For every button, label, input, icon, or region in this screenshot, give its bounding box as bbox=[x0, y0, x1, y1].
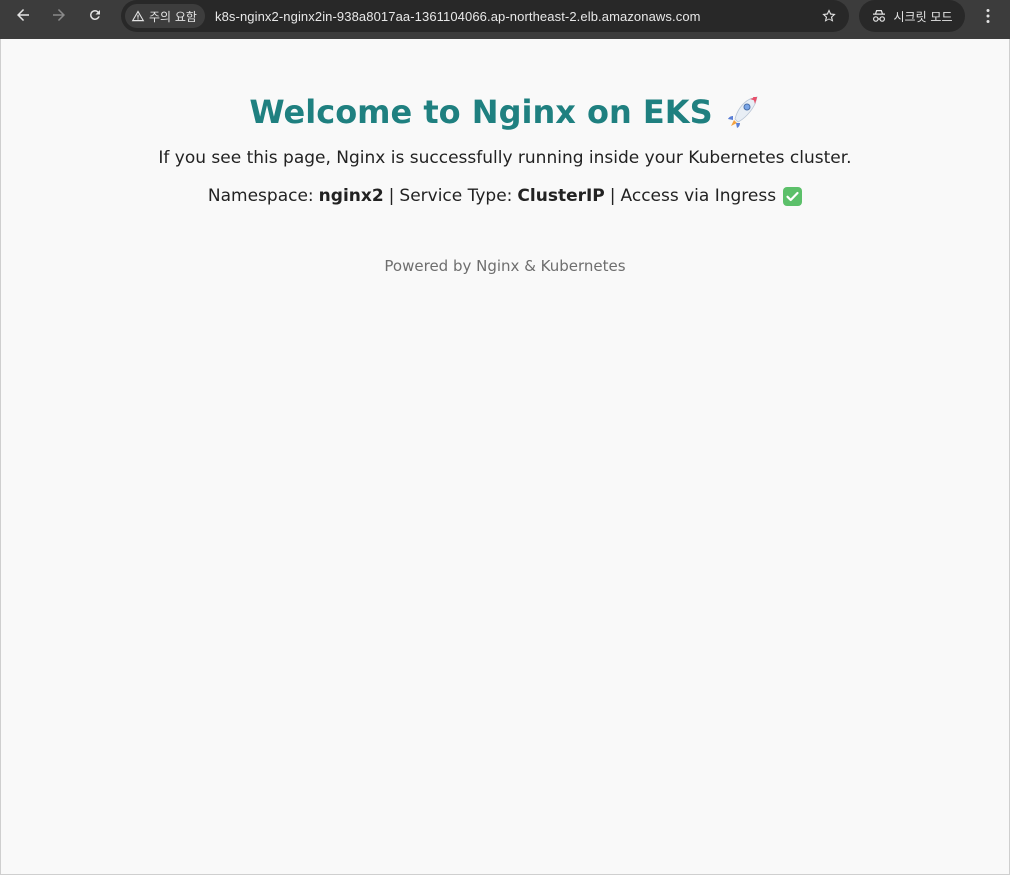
description-text: If you see this page, Nginx is successfu… bbox=[158, 148, 852, 168]
separator: | bbox=[609, 186, 616, 206]
incognito-indicator[interactable]: 시크릿 모드 bbox=[859, 0, 965, 32]
security-indicator[interactable]: 주의 요함 bbox=[125, 4, 205, 28]
bookmark-button[interactable] bbox=[813, 0, 845, 32]
warning-triangle-icon bbox=[131, 10, 145, 22]
back-button[interactable] bbox=[5, 0, 41, 30]
rocket-icon bbox=[727, 96, 758, 128]
star-icon bbox=[822, 9, 836, 22]
browser-menu-button[interactable] bbox=[975, 2, 1001, 30]
separator: | bbox=[388, 186, 395, 206]
cluster-info: Namespace: nginx2 | Service Type: Cluste… bbox=[207, 186, 803, 206]
arrow-left-icon bbox=[17, 9, 29, 21]
arrow-right-icon bbox=[53, 9, 65, 21]
security-label: 주의 요함 bbox=[149, 9, 197, 24]
browser-toolbar: 주의 요함 k8s-nginx2-nginx2in-938a8017aa-136… bbox=[0, 0, 1010, 39]
incognito-icon bbox=[873, 10, 886, 22]
incognito-label: 시크릿 모드 bbox=[893, 9, 953, 24]
namespace-value: nginx2 bbox=[318, 186, 384, 206]
reload-icon bbox=[90, 10, 100, 20]
kebab-menu-icon bbox=[986, 9, 990, 23]
page-viewport: Welcome to Nginx on EKS If you see this … bbox=[0, 39, 1010, 875]
address-bar[interactable]: 주의 요함 k8s-nginx2-nginx2in-938a8017aa-136… bbox=[121, 0, 849, 32]
page-content: Welcome to Nginx on EKS If you see this … bbox=[1, 39, 1009, 275]
access-text: Access via Ingress bbox=[620, 186, 777, 206]
check-mark-icon bbox=[783, 186, 803, 206]
namespace-label: Namespace: bbox=[207, 186, 314, 206]
service-type-label: Service Type: bbox=[399, 186, 513, 206]
footer-text: Powered by Nginx & Kubernetes bbox=[384, 257, 626, 275]
url-text[interactable]: k8s-nginx2-nginx2in-938a8017aa-136110406… bbox=[215, 9, 813, 24]
service-type-value: ClusterIP bbox=[517, 186, 605, 206]
reload-button[interactable] bbox=[77, 0, 113, 30]
page-title: Welcome to Nginx on EKS bbox=[249, 92, 760, 132]
page-title-text: Welcome to Nginx on EKS bbox=[249, 93, 713, 131]
forward-button[interactable] bbox=[41, 0, 77, 30]
